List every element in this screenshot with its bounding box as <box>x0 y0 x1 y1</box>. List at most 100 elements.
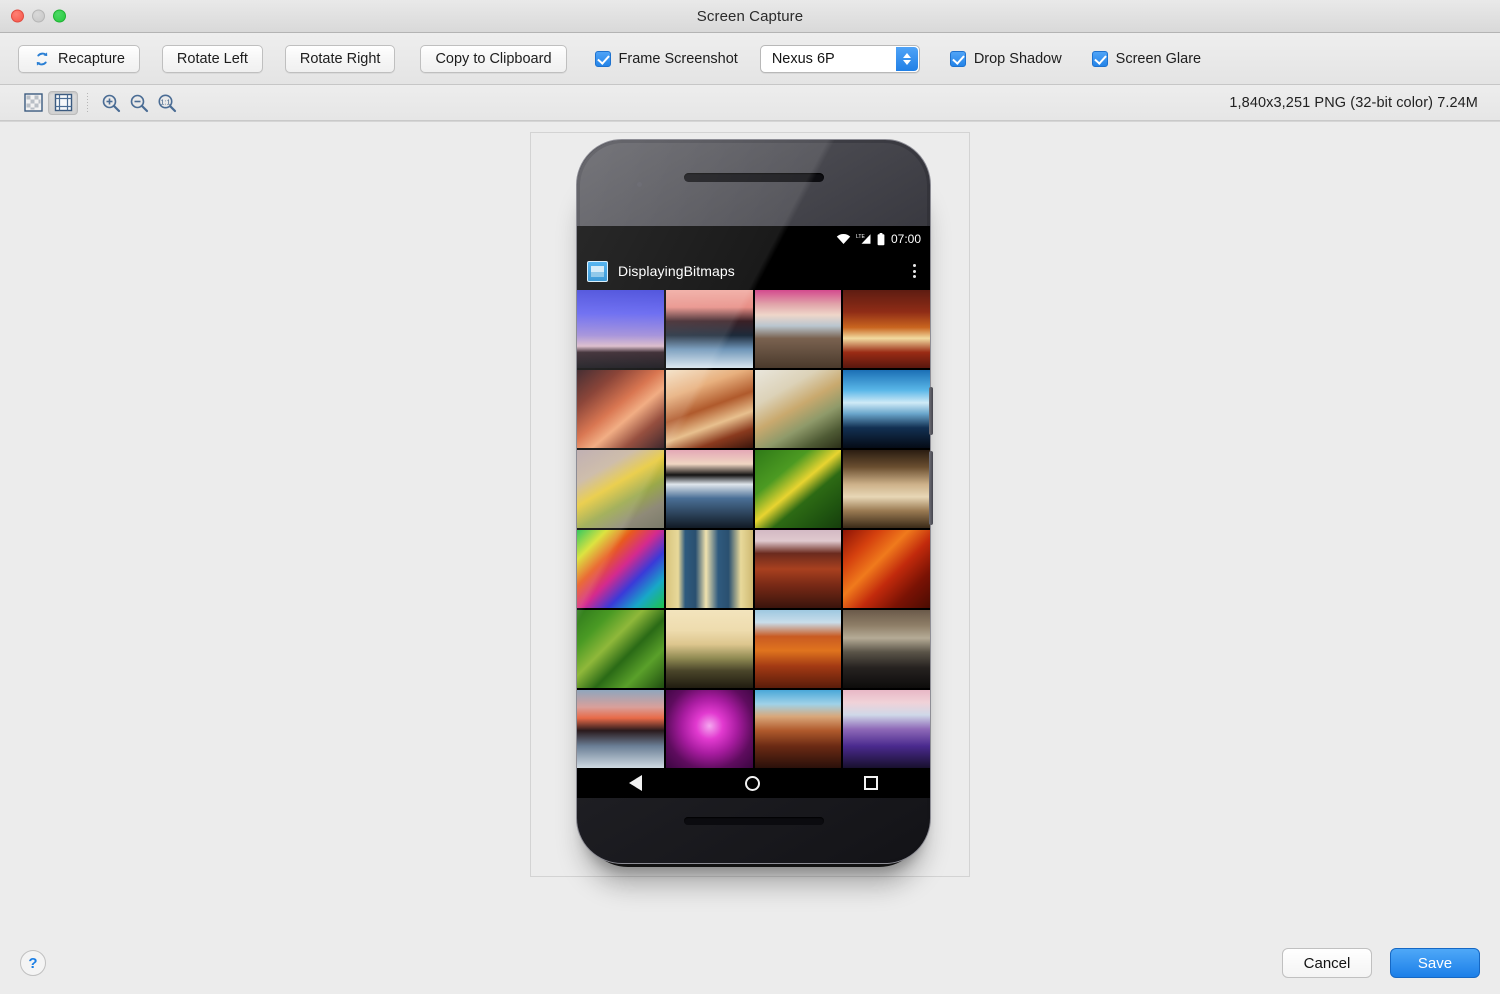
copy-to-clipboard-button[interactable]: Copy to Clipboard <box>420 44 567 73</box>
photo-thumbnail[interactable] <box>665 450 753 528</box>
photo-thumbnail[interactable] <box>665 690 753 768</box>
recapture-button[interactable]: Recapture <box>18 44 140 73</box>
close-window-button[interactable] <box>11 9 24 23</box>
copy-to-clipboard-label: Copy to Clipboard <box>435 50 552 67</box>
zoom-in-button[interactable] <box>97 91 125 115</box>
window-titlebar: Screen Capture <box>0 0 1500 33</box>
photo-thumbnail[interactable] <box>754 530 842 608</box>
photo-thumbnail[interactable] <box>577 690 664 768</box>
recents-button[interactable] <box>864 776 879 790</box>
home-button[interactable] <box>745 775 761 791</box>
transparency-grid-toggle[interactable] <box>18 91 48 115</box>
top-speaker-grille <box>683 173 824 182</box>
device-body: LTE 07:00 DisplayingBitmaps <box>576 139 931 864</box>
battery-icon <box>877 232 885 245</box>
photo-thumbnail[interactable] <box>843 530 930 608</box>
image-info-label: 1,840x3,251 PNG (32-bit color) 7.24M <box>1229 94 1478 111</box>
dot <box>913 269 916 273</box>
photo-thumbnail[interactable] <box>577 290 664 368</box>
android-status-bar: LTE 07:00 <box>577 226 930 252</box>
photo-thumbnail[interactable] <box>665 290 753 368</box>
photo-thumbnail[interactable] <box>754 290 842 368</box>
ruler-grid-toggle[interactable] <box>48 90 78 115</box>
zoom-actual-size-button[interactable]: 1:1 <box>153 91 181 115</box>
toolbar-separator <box>87 92 88 113</box>
window-title: Screen Capture <box>696 7 804 25</box>
photo-thumbnail[interactable] <box>843 450 930 528</box>
photo-thumbnail[interactable] <box>665 530 753 608</box>
photo-thumbnail[interactable] <box>577 370 664 448</box>
help-button[interactable]: ? <box>20 950 46 976</box>
android-nav-bar <box>577 768 930 798</box>
chevron-down-icon <box>902 59 911 65</box>
footer-actions: Cancel Save <box>1282 948 1480 978</box>
dot <box>913 264 916 267</box>
rotate-right-button[interactable]: Rotate Right <box>284 44 396 73</box>
photo-thumbnail[interactable] <box>843 690 930 768</box>
front-camera-icon <box>637 182 642 187</box>
volume-button <box>929 451 933 525</box>
bottom-speaker-grille <box>683 817 824 825</box>
photo-thumbnail[interactable] <box>577 450 664 528</box>
frame-screenshot-label: Frame Screenshot <box>618 50 738 67</box>
screen-capture-window: Screen Capture Recapture Rotate Left Rot… <box>0 0 1500 994</box>
photo-thumbnail[interactable] <box>577 530 664 608</box>
frame-screenshot-checkbox[interactable]: Frame Screenshot <box>594 50 738 67</box>
window-traffic-lights <box>11 9 66 23</box>
svg-text:LTE: LTE <box>856 234 865 240</box>
status-bar-clock: 07:00 <box>890 232 921 246</box>
main-toolbar: Recapture Rotate Left Rotate Right Copy … <box>0 33 1500 85</box>
chevron-updown-icon[interactable] <box>895 46 918 71</box>
zoom-out-button[interactable] <box>125 91 153 115</box>
back-button[interactable] <box>628 775 642 791</box>
photo-grid <box>577 290 930 768</box>
app-logo-icon <box>587 260 608 282</box>
preview-canvas: LTE 07:00 DisplayingBitmaps <box>0 121 1500 932</box>
rotate-left-button[interactable]: Rotate Left <box>161 44 263 73</box>
cellular-signal-icon: LTE <box>856 234 871 244</box>
photo-thumbnail[interactable] <box>754 690 842 768</box>
device-frame-nexus-6p: LTE 07:00 DisplayingBitmaps <box>576 139 933 867</box>
photo-thumbnail[interactable] <box>843 290 930 368</box>
overflow-menu-icon[interactable] <box>913 264 920 278</box>
photo-thumbnail[interactable] <box>843 370 930 448</box>
maximize-window-button[interactable] <box>53 9 66 23</box>
save-button-label: Save <box>1417 954 1453 972</box>
svg-text:1:1: 1:1 <box>160 97 170 106</box>
rotate-right-label: Rotate Right <box>299 50 381 67</box>
drop-shadow-checkbox[interactable]: Drop Shadow <box>949 50 1062 67</box>
save-button[interactable]: Save <box>1390 948 1480 978</box>
zoom-in-icon <box>102 94 121 112</box>
device-frame-select-value: Nexus 6P <box>771 50 835 67</box>
grid-icon <box>54 93 72 112</box>
checkmark-icon <box>949 50 966 67</box>
rotate-left-label: Rotate Left <box>176 50 248 67</box>
cancel-button[interactable]: Cancel <box>1282 948 1372 978</box>
photo-thumbnail[interactable] <box>754 370 842 448</box>
photo-thumbnail[interactable] <box>577 610 664 688</box>
help-button-label: ? <box>28 954 38 972</box>
status-icons: LTE <box>836 232 885 246</box>
checkmark-icon <box>594 50 611 67</box>
screen-glare-label: Screen Glare <box>1115 50 1202 67</box>
app-title-label: DisplayingBitmaps <box>618 263 735 279</box>
device-frame-select[interactable]: Nexus 6P <box>759 44 920 73</box>
dialog-footer: ? Cancel Save <box>0 932 1500 994</box>
drop-shadow-label: Drop Shadow <box>973 50 1062 67</box>
cancel-button-label: Cancel <box>1303 954 1351 972</box>
dot <box>913 275 916 278</box>
checkerboard-icon <box>23 93 43 112</box>
photo-thumbnail[interactable] <box>754 450 842 528</box>
photo-thumbnail[interactable] <box>665 610 753 688</box>
refresh-icon <box>36 51 48 66</box>
photo-thumbnail[interactable] <box>843 610 930 688</box>
screenshot-image-frame: LTE 07:00 DisplayingBitmaps <box>530 132 970 877</box>
zoom-out-icon <box>130 94 149 112</box>
chevron-up-icon <box>902 52 911 58</box>
checkmark-icon <box>1091 50 1108 67</box>
photo-thumbnail[interactable] <box>754 610 842 688</box>
photo-thumbnail[interactable] <box>665 370 753 448</box>
minimize-window-button[interactable] <box>32 9 45 23</box>
screen-glare-checkbox[interactable]: Screen Glare <box>1091 50 1202 67</box>
recapture-button-label: Recapture <box>58 50 125 67</box>
